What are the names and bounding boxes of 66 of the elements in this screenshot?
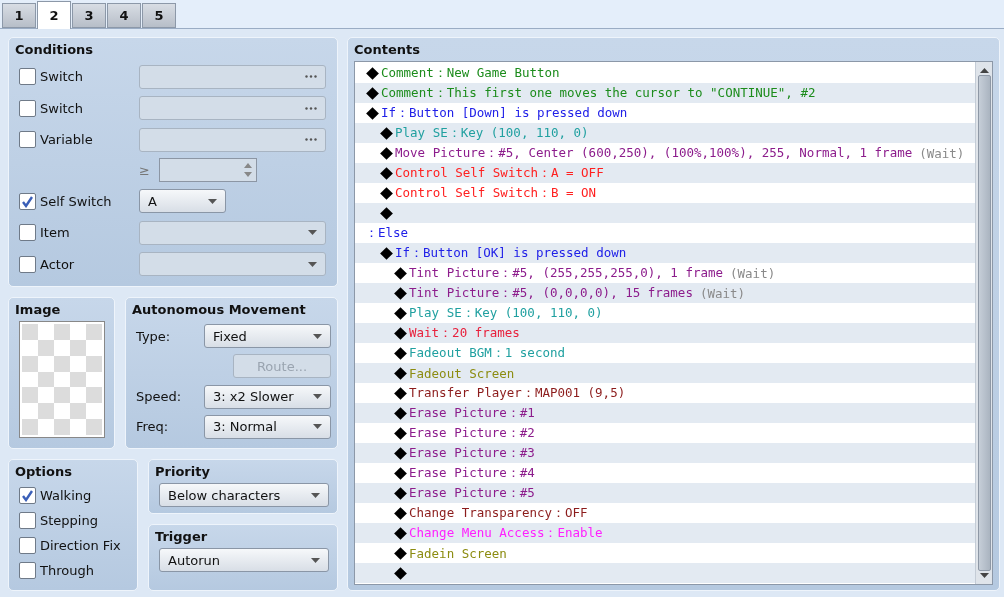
- command-text: If：Button [Down] is pressed down: [381, 104, 628, 122]
- command-text: Comment：This first one moves the cursor to "CONTINUE", #2: [381, 84, 816, 102]
- checkbox-label: Switch: [40, 100, 83, 116]
- command-text: Comment：New Game Button: [381, 64, 560, 82]
- tab[interactable]: 5: [142, 3, 176, 28]
- checkbox-label: Switch: [40, 69, 83, 85]
- dropdown[interactable]: A: [139, 189, 226, 214]
- command-row[interactable]: Erase Picture：#1: [355, 403, 975, 423]
- command-text: Move Picture：#5, Center (600,250), (100%,100%), 255, Normal, 1 frame: [395, 144, 913, 162]
- command-text: Fadeout BGM：1 second: [409, 344, 565, 362]
- command-text: Play SE：Key (100, 110, 0): [395, 124, 589, 142]
- dropdown[interactable]: Below characters: [159, 483, 329, 507]
- command-text: Transfer Player：MAP001 (9,5): [409, 384, 626, 402]
- dropdown[interactable]: 3: Normal: [204, 414, 331, 439]
- command-text: ：Else: [365, 224, 409, 242]
- command-text: Erase Picture：#5: [409, 484, 535, 502]
- dropdown[interactable]: 3: x2 Slower: [204, 384, 331, 409]
- checkbox-label: Item: [40, 225, 70, 241]
- field-label: Speed:: [136, 389, 182, 405]
- command-text: Change Menu Access：Enable: [409, 524, 603, 542]
- dropdown[interactable]: Autorun: [159, 548, 329, 572]
- command-row[interactable]: Tint Picture：#5, (0,0,0,0), 15 frames (Wait): [355, 283, 975, 303]
- command-text: Fadeout Screen: [409, 365, 515, 381]
- panel-title: Autonomous Movement: [132, 302, 307, 317]
- command-row[interactable]: If：Button [OK] is pressed down: [355, 243, 975, 263]
- checkbox-label: Walking: [40, 488, 92, 503]
- command-text: Fadein Screen: [409, 545, 507, 561]
- command-text: Erase Picture：#3: [409, 444, 535, 462]
- panel-title: Conditions: [15, 42, 95, 57]
- command-text: Erase Picture：#1: [409, 404, 535, 422]
- checkbox-label: Variable: [40, 132, 93, 148]
- checkbox-label: Actor: [40, 256, 75, 272]
- wait-note: (Wait): [730, 265, 776, 281]
- command-text: Control Self Switch：A = OFF: [395, 164, 604, 182]
- command-text: Wait：20 frames: [409, 324, 520, 342]
- command-row[interactable]: Erase Picture：#5: [355, 483, 975, 503]
- field-label: Type:: [136, 328, 171, 344]
- dropdown[interactable]: Fixed: [204, 324, 331, 349]
- command-text: Tint Picture：#5, (255,255,255,0), 1 frame: [409, 264, 724, 282]
- panel-title: Priority: [155, 464, 211, 479]
- command-text: Change Transparency：OFF: [409, 504, 588, 522]
- command-row[interactable]: Comment：This first one moves the cursor to "CONTINUE", #2: [355, 83, 975, 103]
- panel-title: Trigger: [155, 529, 209, 544]
- command-row[interactable]: Erase Picture：#3: [355, 443, 975, 463]
- command-text: If：Button [OK] is pressed down: [395, 244, 627, 262]
- checkbox-label: Direction Fix: [40, 538, 121, 553]
- panel-title: Image: [15, 302, 62, 317]
- command-text: Erase Picture：#2: [409, 424, 535, 442]
- command-text: Play SE：Key (100, 110, 0): [409, 304, 603, 322]
- command-text: Erase Picture：#4: [409, 464, 535, 482]
- field-label: Freq:: [136, 419, 169, 435]
- wait-note: (Wait): [699, 285, 746, 301]
- checkbox-label: Self Switch: [40, 193, 112, 209]
- tab[interactable]: 4: [107, 3, 141, 28]
- tab[interactable]: 1: [2, 3, 36, 28]
- panel-title: Options: [15, 464, 73, 479]
- checkbox-label: Stepping: [40, 513, 98, 528]
- comparison-symbol: ≥: [139, 163, 151, 178]
- command-text: Tint Picture：#5, (0,0,0,0), 15 frames: [409, 284, 693, 302]
- tab[interactable]: 3: [72, 3, 106, 28]
- command-text: Control Self Switch：B = ON: [395, 184, 597, 202]
- tab[interactable]: 2: [37, 1, 71, 29]
- checkbox-label: Through: [40, 563, 94, 578]
- panel-title: Contents: [354, 42, 421, 57]
- wait-note: (Wait): [919, 145, 965, 161]
- command-row[interactable]: Wait：20 frames: [355, 323, 975, 343]
